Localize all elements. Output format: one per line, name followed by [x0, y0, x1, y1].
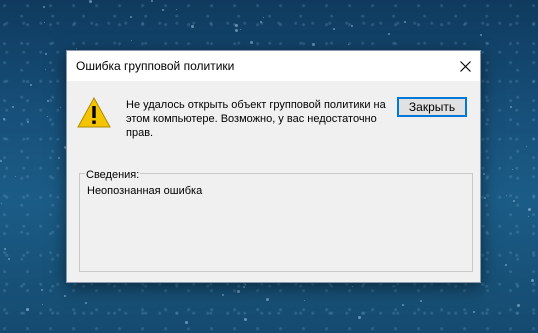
raindrop — [484, 197, 486, 199]
details-label: Сведения: — [85, 169, 141, 181]
raindrop — [510, 106, 512, 108]
raindrop — [44, 22, 45, 23]
close-button[interactable]: Закрыть — [397, 97, 467, 117]
raindrop — [388, 33, 390, 35]
close-icon[interactable] — [450, 51, 480, 81]
raindrop — [528, 208, 531, 211]
raindrop — [85, 302, 87, 304]
raindrop — [505, 264, 507, 266]
raindrop — [41, 289, 43, 291]
details-text: Неопознанная ошибка — [87, 185, 203, 197]
raindrop — [266, 298, 269, 301]
raindrop — [512, 169, 513, 170]
raindrop — [1, 203, 2, 204]
raindrop — [27, 121, 29, 123]
raindrop — [58, 157, 60, 159]
raindrop — [15, 176, 16, 177]
raindrop — [162, 9, 164, 11]
raindrop — [245, 284, 246, 285]
raindrop — [26, 308, 29, 311]
raindrop — [131, 40, 132, 41]
raindrop — [352, 286, 353, 287]
raindrop — [473, 311, 475, 313]
raindrop — [483, 173, 485, 175]
raindrop — [185, 321, 188, 324]
raindrop — [333, 28, 335, 30]
raindrop — [12, 106, 14, 108]
raindrop — [240, 29, 241, 30]
raindrop — [47, 100, 49, 102]
raindrop — [235, 29, 238, 32]
raindrop — [45, 69, 46, 70]
raindrop — [30, 84, 32, 86]
raindrop — [531, 279, 534, 282]
raindrop — [517, 304, 520, 307]
raindrop — [312, 43, 315, 46]
error-dialog: Ошибка групповой политики Не удалось отк… — [66, 50, 481, 283]
raindrop — [222, 294, 224, 296]
raindrop — [244, 318, 247, 321]
raindrop — [304, 300, 305, 301]
raindrop — [235, 24, 238, 27]
details-group: Сведения: Неопознанная ошибка — [79, 169, 473, 272]
warning-icon — [77, 96, 111, 134]
raindrop — [89, 0, 92, 3]
raindrop — [237, 290, 240, 293]
raindrop — [250, 41, 253, 44]
raindrop — [130, 16, 132, 18]
title-bar[interactable]: Ошибка групповой политики — [67, 51, 480, 81]
raindrop — [47, 116, 48, 117]
raindrop — [513, 200, 515, 202]
raindrop — [76, 48, 77, 49]
raindrop — [64, 295, 66, 297]
raindrop — [8, 258, 10, 260]
error-message: Не удалось открыть объект групповой поли… — [126, 99, 386, 139]
raindrop — [176, 9, 177, 10]
raindrop — [45, 53, 47, 55]
raindrop — [348, 44, 349, 45]
raindrop — [243, 286, 245, 288]
raindrop — [0, 160, 2, 162]
raindrop — [151, 0, 153, 2]
raindrop — [263, 17, 264, 18]
raindrop — [4, 248, 6, 250]
raindrop — [404, 21, 406, 23]
raindrop — [260, 21, 262, 23]
raindrop — [60, 107, 61, 108]
raindrop — [420, 300, 422, 302]
dialog-title: Ошибка групповой политики — [76, 59, 235, 73]
raindrop — [506, 195, 507, 196]
raindrop — [351, 25, 353, 27]
raindrop — [358, 316, 361, 319]
raindrop — [526, 146, 527, 147]
raindrop — [528, 216, 529, 217]
raindrop — [43, 6, 45, 8]
raindrop — [191, 25, 194, 28]
raindrop — [42, 304, 43, 305]
raindrop — [480, 34, 482, 36]
raindrop — [3, 118, 5, 120]
raindrop — [402, 304, 404, 306]
